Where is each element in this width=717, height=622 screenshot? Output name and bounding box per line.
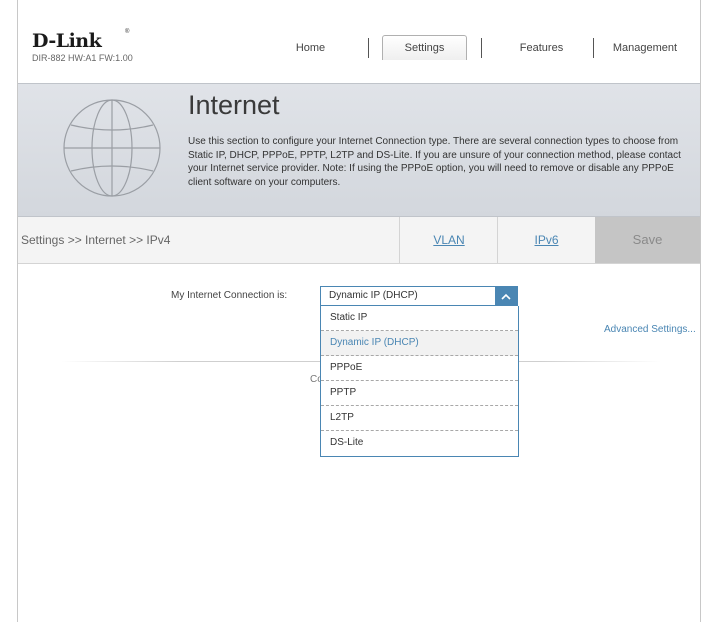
advanced-settings-link[interactable]: Advanced Settings... [604,324,696,335]
option-pppoe[interactable]: PPPoE [321,356,518,381]
connection-type-select[interactable]: Dynamic IP (DHCP) [320,286,518,306]
router-admin-page: D-Link ® DIR-882 HW:A1 FW:1.00 Home Sett… [17,0,701,622]
sub-navigation: Settings >> Internet >> IPv4 VLAN IPv6 S… [18,217,700,264]
page-banner: Internet Use this section to configure y… [18,83,700,217]
header: D-Link ® DIR-882 HW:A1 FW:1.00 Home Sett… [18,0,700,83]
nav-separator [481,38,482,58]
breadcrumb: Settings >> Internet >> IPv4 [21,233,171,247]
nav-separator [368,38,369,58]
chevron-up-icon[interactable] [495,287,517,305]
tab-vlan[interactable]: VLAN [399,217,498,263]
trademark-mark: ® [125,29,130,35]
connection-type-label: My Internet Connection is: [171,290,288,301]
tab-ipv6[interactable]: IPv6 [497,217,595,263]
nav-home[interactable]: Home [273,36,348,60]
nav-settings[interactable]: Settings [382,35,467,60]
nav-features[interactable]: Features [494,36,589,60]
model-info: DIR-882 HW:A1 FW:1.00 [32,53,133,63]
save-button[interactable]: Save [595,217,700,263]
connection-type-dropdown: Static IP Dynamic IP (DHCP) PPPoE PPTP L… [320,306,519,457]
option-pptp[interactable]: PPTP [321,381,518,406]
page-description: Use this section to configure your Inter… [188,136,681,188]
page-title: Internet [188,90,280,120]
option-ds-lite[interactable]: DS-Lite [321,431,518,456]
option-dynamic-ip[interactable]: Dynamic IP (DHCP) [321,331,518,356]
option-l2tp[interactable]: L2TP [321,406,518,431]
nav-separator [593,38,594,58]
option-static-ip[interactable]: Static IP [321,306,518,331]
dlink-logo[interactable]: D-Link [32,32,102,51]
globe-icon [63,99,161,197]
nav-management[interactable]: Management [595,36,695,60]
selected-connection-value: Dynamic IP (DHCP) [329,290,418,301]
